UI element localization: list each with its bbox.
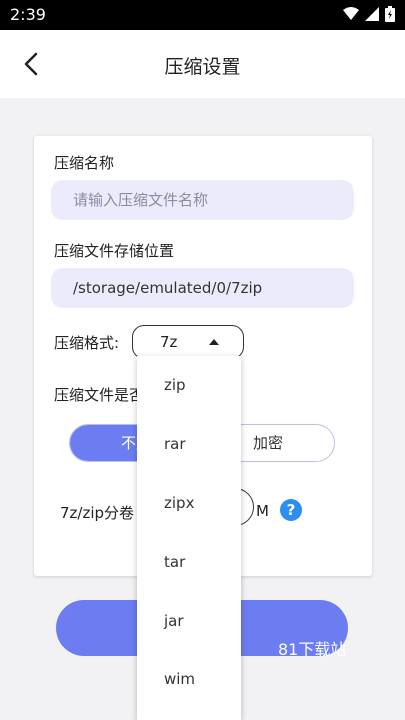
page-title: 压缩设置 [164,56,241,78]
volume-unit: M [256,502,269,520]
format-label: 压缩格式: [54,334,120,352]
wifi-icon [343,7,359,20]
format-option[interactable]: wim [137,654,241,704]
format-option[interactable]: jar [137,596,241,646]
help-icon[interactable]: ? [280,499,302,521]
format-option[interactable]: zip [137,360,241,410]
status-time: 2:39 [10,5,46,24]
status-bar: 2:39 [0,0,405,30]
watermark: 81下载站 [278,640,347,659]
volume-label: 7z/zip分卷 [60,504,135,522]
caret-up-icon [209,339,219,345]
format-option[interactable]: zipx [137,478,241,528]
signal-icon [365,7,379,21]
archive-name-input[interactable] [51,180,354,220]
storage-path-field[interactable] [51,268,354,308]
storage-path-label: 压缩文件存储位置 [54,242,175,260]
archive-name-field[interactable] [51,180,354,220]
encrypt-label: 压缩文件是否 [54,386,145,404]
format-select[interactable]: 7z [132,325,244,359]
format-dropdown: zip rar zipx tar jar wim [137,356,241,720]
format-option[interactable]: tar [137,537,241,587]
format-selected-value: 7z [160,333,178,351]
archive-name-label: 压缩名称 [54,154,115,172]
app-bar: 压缩设置 [0,30,405,98]
format-option[interactable]: rar [137,419,241,469]
storage-path-input[interactable] [51,268,354,308]
battery-icon [385,6,395,22]
